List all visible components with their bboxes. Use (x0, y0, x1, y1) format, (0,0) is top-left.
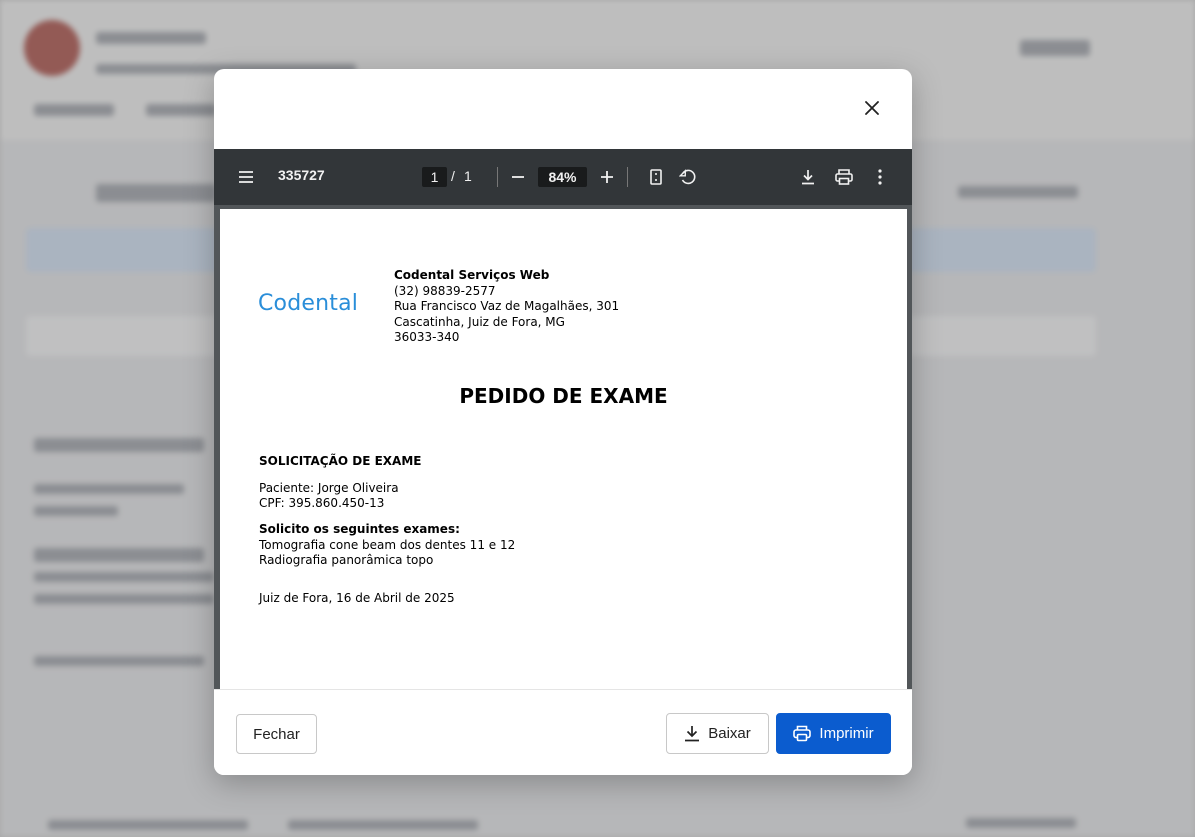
rotate-icon (679, 169, 696, 185)
print-icon (835, 169, 853, 185)
toolbar-divider (497, 167, 498, 187)
download-label: Baixar (708, 725, 751, 742)
document-heading: PEDIDO DE EXAME (459, 384, 668, 408)
zoom-out-button[interactable] (508, 166, 528, 188)
pdf-viewer: 335727 1 / 1 84% Codental Codental Servi… (214, 149, 912, 709)
menu-icon (239, 171, 253, 183)
modal-footer: Fechar Baixar Imprimir (214, 689, 912, 775)
zoom-in-button[interactable] (597, 166, 617, 188)
patient-cpf: CPF: 395.860.450-13 (259, 496, 385, 510)
company-name: Codental Serviços Web (394, 268, 550, 282)
company-logo: Codental (258, 291, 359, 316)
plus-icon (601, 171, 613, 183)
minus-icon (512, 176, 524, 178)
pdf-toolbar: 335727 1 / 1 84% (214, 149, 912, 205)
menu-button[interactable] (236, 166, 256, 188)
more-vert-icon (878, 169, 882, 185)
download-icon (802, 170, 814, 185)
close-button[interactable] (859, 95, 885, 121)
close-modal-label: Fechar (253, 725, 300, 743)
page-total: 1 (464, 168, 472, 184)
pdf-page: Codental Codental Serviços Web (32) 9883… (220, 209, 907, 709)
rotate-button[interactable] (677, 166, 699, 188)
patient-name: Paciente: Jorge Oliveira (259, 481, 399, 495)
toolbar-divider (627, 167, 628, 187)
print-label: Imprimir (819, 725, 874, 742)
viewer-download-button[interactable] (798, 166, 818, 188)
company-zip: 36033-340 (394, 330, 460, 344)
company-address: Rua Francisco Vaz de Magalhães, 301 (394, 299, 620, 313)
download-button[interactable]: Baixar (666, 713, 769, 754)
close-icon (865, 101, 879, 115)
print-button[interactable]: Imprimir (776, 713, 891, 754)
fit-page-button[interactable] (646, 166, 666, 188)
date-line: Juiz de Fora, 16 de Abril de 2025 (259, 591, 455, 605)
close-modal-button[interactable]: Fechar (236, 714, 317, 754)
request-label: Solicito os seguintes exames: (259, 522, 460, 536)
section-title: SOLICITAÇÃO DE EXAME (259, 454, 422, 468)
exam-item: Radiografia panorâmica topo (259, 553, 434, 567)
viewer-print-button[interactable] (833, 166, 855, 188)
page-number-input[interactable]: 1 (422, 167, 447, 187)
company-info: Codental Serviços Web (32) 98839-2577 Ru… (394, 268, 619, 346)
company-phone: (32) 98839-2577 (394, 283, 496, 298)
pdf-preview-modal: 335727 1 / 1 84% Codental Codental Servi… (214, 69, 912, 775)
download-icon (685, 726, 700, 742)
zoom-input[interactable]: 84% (538, 167, 587, 187)
fit-page-icon (650, 169, 662, 185)
more-options-button[interactable] (870, 166, 890, 188)
company-city: Cascatinha, Juiz de Fora, MG (394, 314, 565, 329)
document-title: 335727 (278, 167, 325, 183)
exam-item: Tomografia cone beam dos dentes 11 e 12 (259, 538, 516, 552)
page-separator: / (451, 168, 455, 184)
print-icon (793, 725, 812, 742)
